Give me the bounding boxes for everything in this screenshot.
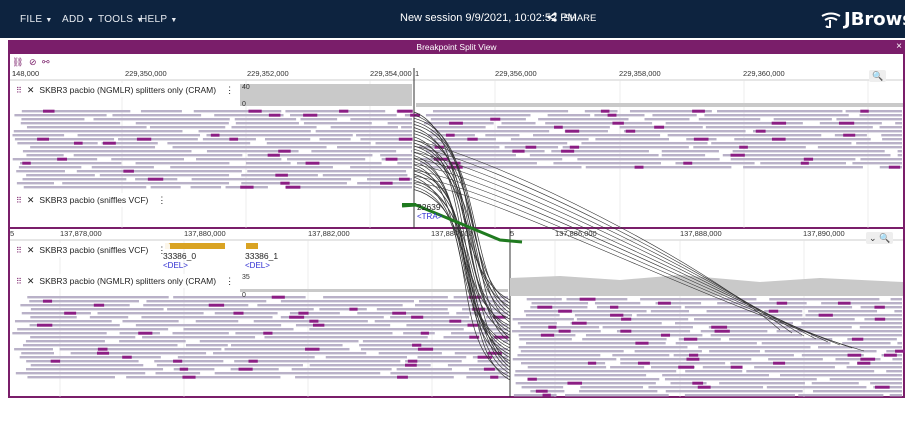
brand-name: JBrowse xyxy=(844,9,905,30)
top-zoom-controls[interactable]: 🔍 xyxy=(869,70,887,82)
chevron-down-icon[interactable]: ⌄ xyxy=(869,233,877,243)
breakpoint-split-view xyxy=(8,54,905,398)
bottom-chrom-label-right: 5 xyxy=(510,229,515,238)
track-name: SKBR3 pacbio (NGMLR) splitters only (CRA… xyxy=(39,85,217,95)
view-title-bar[interactable]: Breakpoint Split View × xyxy=(8,40,905,54)
track-label-top-vcf[interactable]: ⠿ ✕ SKBR3 pacbio (sniffles VCF) ⋮ xyxy=(12,193,171,207)
add-menu-label: ADD xyxy=(62,14,85,25)
share-button[interactable]: SHARE xyxy=(547,12,596,24)
bottom-zoom-controls[interactable]: ⌄ 🔍 xyxy=(866,232,894,244)
tick-label: 137,888,000 xyxy=(680,229,722,238)
top-chrom-label-right: 1 xyxy=(415,69,420,78)
tick-label: 229,350,000 xyxy=(125,69,167,78)
feature-label[interactable]: 33386_1 xyxy=(245,251,278,261)
tick-label: 137,884,000 xyxy=(431,229,473,238)
help-menu[interactable]: HELP ▼ xyxy=(140,14,178,25)
drag-handle-icon[interactable]: ⠿ xyxy=(16,196,22,205)
drag-handle-icon[interactable]: ⠿ xyxy=(16,246,22,255)
tick-label: 229,356,000 xyxy=(495,69,537,78)
tick-label: 137,886,000 xyxy=(555,229,597,238)
tools-menu-label: TOOLS xyxy=(98,14,134,25)
tick-label: 137,882,000 xyxy=(308,229,350,238)
close-icon[interactable]: ✕ xyxy=(27,85,35,96)
track-name: SKBR3 pacbio (sniffles VCF) xyxy=(39,245,149,255)
chevron-down-icon: ▼ xyxy=(170,17,178,24)
close-icon[interactable]: ✕ xyxy=(27,276,35,287)
kebab-menu-icon[interactable]: ⋮ xyxy=(157,195,166,206)
tick-label: 137,880,000 xyxy=(184,229,226,238)
feature-type: <DEL> xyxy=(163,261,188,270)
add-menu[interactable]: ADD ▼ xyxy=(62,14,94,25)
tools-menu[interactable]: TOOLS ▼ xyxy=(98,14,143,25)
track-label-top-cram[interactable]: ⠿ ✕ SKBR3 pacbio (NGMLR) splitters only … xyxy=(12,83,239,97)
track-label-bottom-cram[interactable]: ⠿ ✕ SKBR3 pacbio (NGMLR) splitters only … xyxy=(12,274,239,288)
bottom-ruler[interactable]: 5 137,878,000 137,880,000 137,882,000 13… xyxy=(10,229,903,240)
share-label: SHARE xyxy=(563,13,597,24)
drag-handle-icon[interactable]: ⠿ xyxy=(16,86,22,95)
track-name: SKBR3 pacbio (NGMLR) splitters only (CRA… xyxy=(39,276,217,286)
no-link-icon[interactable]: ⛓ xyxy=(12,57,23,67)
file-menu-label: FILE xyxy=(20,14,43,25)
close-icon[interactable]: ✕ xyxy=(27,195,35,206)
drag-handle-icon[interactable]: ⠿ xyxy=(16,277,22,286)
chevron-down-icon: ▼ xyxy=(45,17,53,24)
coverage-scale-max: 35 xyxy=(242,274,250,281)
coverage-scale-min: 0 xyxy=(242,292,246,299)
coverage-scale-max: 40 xyxy=(242,84,250,91)
close-icon[interactable]: ✕ xyxy=(27,245,35,256)
tick-label: 137,890,000 xyxy=(803,229,845,238)
feature-label[interactable]: 22639 xyxy=(417,202,441,212)
help-menu-label: HELP xyxy=(140,14,168,25)
view-toolbar: ⛓ ⊘ ⚯ xyxy=(12,57,50,68)
tick-label: 229,360,000 xyxy=(743,69,785,78)
bottom-chrom-label: 5 xyxy=(10,229,15,238)
zoom-out-icon[interactable]: 🔍 xyxy=(879,233,890,243)
feature-label[interactable]: 33386_0 xyxy=(163,251,196,261)
view-title: Breakpoint Split View xyxy=(416,42,497,52)
kebab-menu-icon[interactable]: ⋮ xyxy=(225,85,234,96)
track-name: SKBR3 pacbio (sniffles VCF) xyxy=(39,195,149,205)
hide-icon[interactable]: ⊘ xyxy=(29,57,37,67)
kebab-menu-icon[interactable]: ⋮ xyxy=(225,276,234,287)
jbrowse-logo-icon xyxy=(821,12,841,28)
track-label-bottom-vcf[interactable]: ⠿ ✕ SKBR3 pacbio (sniffles VCF) ⋮ xyxy=(12,243,171,257)
tick-label: 229,354,000 xyxy=(370,69,412,78)
feature-type: <TRA> xyxy=(417,212,443,221)
link-icon[interactable]: ⚯ xyxy=(42,57,50,67)
tick-label: 229,358,000 xyxy=(619,69,661,78)
feature-type: <DEL> xyxy=(245,261,270,270)
zoom-out-icon[interactable]: 🔍 xyxy=(872,71,883,81)
file-menu[interactable]: FILE ▼ xyxy=(20,14,53,25)
coverage-scale-min: 0 xyxy=(242,101,246,108)
tick-label: 137,878,000 xyxy=(60,229,102,238)
top-ruler[interactable]: 1 148,000 229,350,000 229,352,000 229,35… xyxy=(10,69,903,80)
close-view-button[interactable]: × xyxy=(896,40,902,54)
chevron-down-icon: ▼ xyxy=(87,17,95,24)
app-header: FILE ▼ ADD ▼ TOOLS ▼ HELP ▼ New session 9/9/… xyxy=(0,0,905,38)
tick-label: 148,000 xyxy=(12,69,40,78)
tick-label: 229,352,000 xyxy=(247,69,289,78)
share-icon xyxy=(547,12,557,22)
